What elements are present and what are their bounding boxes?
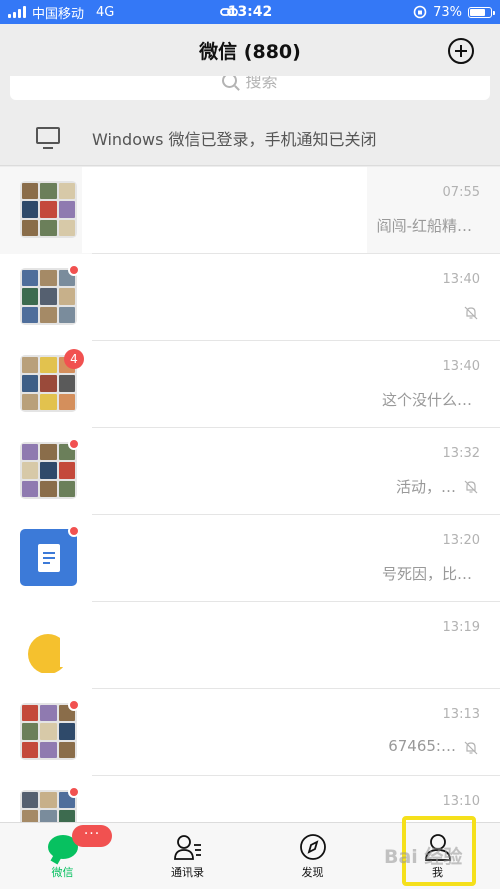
windows-login-banner[interactable]: Windows 微信已登录，手机通知已关闭 — [0, 106, 500, 166]
status-right: 73% — [413, 0, 495, 24]
carrier-label: 中国移动 — [32, 6, 85, 22]
chat-row[interactable]: 13:20 号死因，比… — [0, 515, 500, 602]
tab-label: 我 — [432, 866, 443, 879]
search-input[interactable]: 搜索 — [10, 76, 490, 100]
chat-row[interactable]: 13:40 — [0, 254, 500, 341]
tab-bar: 微信 ··· 通讯录 发现 我 — [0, 822, 500, 889]
redaction-mask — [60, 615, 82, 667]
tab-label: 通讯录 — [171, 866, 204, 879]
unread-badge: 4 — [64, 349, 84, 369]
group-avatar — [20, 181, 77, 238]
link-icon — [220, 8, 238, 16]
status-left: 中国移动 4G — [8, 0, 114, 24]
chat-row[interactable]: 13:32 活动，… — [0, 428, 500, 515]
mute-bell-icon — [464, 741, 478, 755]
chat-time: 07:55 — [442, 185, 480, 200]
chat-row[interactable]: 4 13:40 这个没什么… — [0, 341, 500, 428]
chat-row[interactable]: 13:13 67465:… — [0, 689, 500, 776]
tab-me[interactable]: 我 — [375, 823, 500, 889]
chat-time: 13:32 — [442, 446, 480, 461]
tab-badge: ··· — [72, 825, 112, 847]
redaction-mask — [82, 167, 367, 253]
chat-preview: 阎闯-红船精… — [376, 217, 472, 235]
tab-chats[interactable]: 微信 ··· — [0, 823, 125, 889]
tab-contacts[interactable]: 通讯录 — [125, 823, 250, 889]
battery-icon — [468, 6, 495, 18]
unread-dot — [68, 438, 80, 450]
status-bar: 中国移动 4G 13:42 73% — [0, 0, 500, 24]
chat-preview: 这个没什么… — [381, 391, 472, 409]
chat-list: 07:55 阎闯-红船精… 13:40 4 13:40 这个没什么… 13:32 活动，… 13… — [0, 167, 500, 822]
page-title: 微信 (880) — [199, 40, 301, 63]
unread-dot — [68, 525, 80, 537]
plus-circle-icon[interactable] — [448, 38, 474, 64]
signal-icon — [8, 6, 26, 18]
banner-text: Windows 微信已登录，手机通知已关闭 — [92, 130, 377, 149]
tab-label: 微信 — [51, 866, 74, 879]
network-label: 4G — [96, 4, 115, 20]
battery-percent: 73% — [433, 4, 462, 20]
compass-icon — [299, 834, 326, 860]
group-avatar — [20, 703, 77, 760]
battery-level — [470, 8, 485, 16]
person-icon — [424, 834, 451, 861]
chat-preview: 号死因，比… — [381, 565, 472, 583]
chat-row[interactable]: 13:10 — [0, 776, 500, 822]
search-area: 搜索 — [0, 76, 500, 106]
chat-time: 13:10 — [442, 794, 480, 809]
mute-bell-icon — [464, 306, 478, 320]
chat-preview: 活动，… — [395, 478, 456, 496]
group-avatar — [20, 442, 77, 499]
monitor-icon — [36, 127, 60, 149]
rotation-lock-icon — [413, 5, 427, 19]
chat-time: 13:40 — [442, 272, 480, 287]
tab-discover[interactable]: 发现 — [250, 823, 375, 889]
unread-dot — [68, 786, 80, 798]
mute-bell-icon — [464, 480, 478, 494]
chat-preview: 67465:… — [388, 737, 456, 755]
document-avatar-icon — [20, 529, 77, 586]
contacts-icon — [173, 835, 201, 860]
unread-dot — [68, 699, 80, 711]
chat-time: 13:40 — [442, 359, 480, 374]
search-icon — [222, 76, 238, 88]
search-placeholder: 搜索 — [245, 76, 278, 91]
unread-dot — [68, 264, 80, 276]
header: 微信 (880) — [0, 24, 500, 76]
chat-time: 13:13 — [442, 707, 480, 722]
tab-label: 发现 — [301, 866, 324, 879]
chat-time: 13:19 — [442, 620, 480, 635]
group-avatar — [20, 268, 77, 325]
chat-time: 13:20 — [442, 533, 480, 548]
